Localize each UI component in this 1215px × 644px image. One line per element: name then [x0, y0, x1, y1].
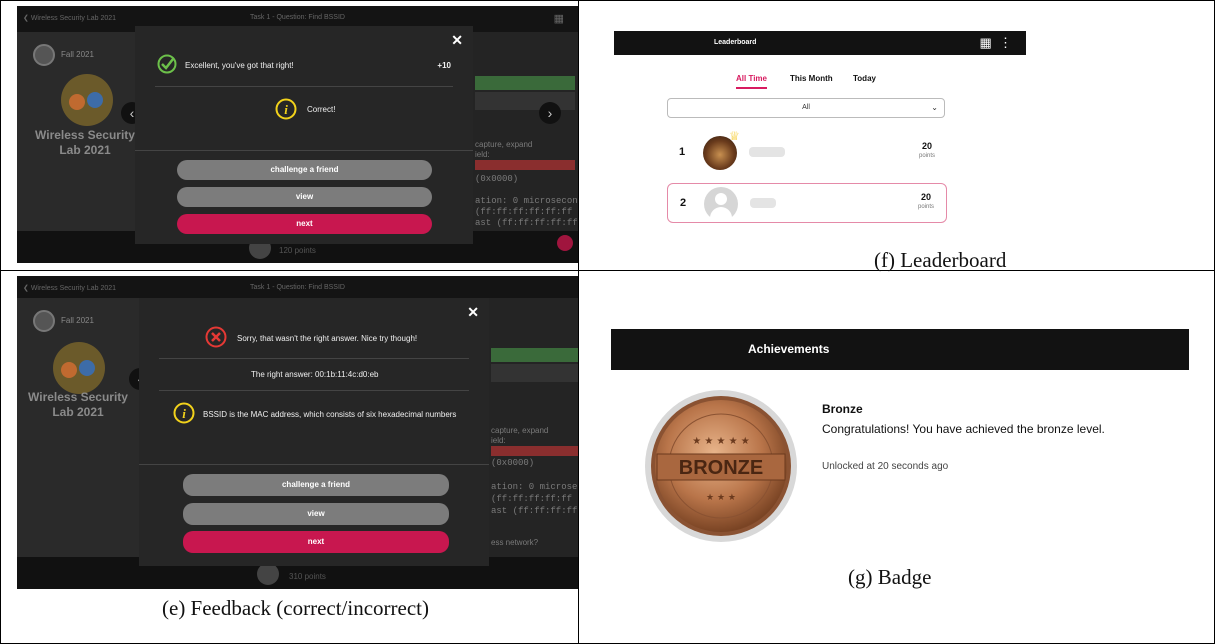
divider — [159, 358, 469, 359]
avatar-placeholder — [704, 187, 738, 221]
bronze-medal-icon: BRONZE ★ ★ ★ ★ ★ ★ ★ ★ — [645, 390, 797, 542]
divider — [159, 390, 469, 391]
feedback-incorrect-screenshot: ❮ Wireless Security Lab 2021 Task 1 - Qu… — [17, 276, 578, 589]
caption-feedback: (e) Feedback (correct/incorrect) — [162, 596, 429, 620]
filter-value: All — [802, 104, 810, 111]
leaderboard-row-current-user[interactable]: 2 20 points — [667, 183, 947, 223]
bg-line: ast (ff:ff:ff:ff:f — [491, 506, 578, 516]
achievements-title: Achievements — [748, 342, 830, 356]
rank: 1 — [679, 146, 686, 158]
sidebar: Fall 2021 Wireless Security Lab 2021 — [17, 298, 139, 589]
bg-line: ield: — [491, 436, 506, 445]
achievements-header: Achievements — [611, 329, 1189, 370]
bg-line: (ff:ff:ff:ff:ff — [491, 494, 573, 504]
challenge-friend-button[interactable]: challenge a friend — [177, 160, 432, 180]
bg-line: ation: 0 microseconds — [475, 196, 578, 206]
store-icon[interactable]: ▦ — [979, 35, 991, 50]
info-icon: i — [173, 402, 195, 424]
semester-label: Fall 2021 — [61, 316, 94, 325]
next-arrow-icon[interactable]: › — [539, 102, 561, 124]
task-title: Task 1 - Question: Find BSSID — [250, 284, 345, 291]
more-options-icon[interactable]: ⋮ — [999, 35, 1012, 50]
feedback-modal: ✕ Excellent, you've got that right! +10 … — [135, 26, 473, 244]
points-label: 310 points — [289, 572, 326, 581]
points-unit: points — [918, 153, 935, 159]
points-label: 120 points — [279, 246, 316, 255]
points-value: 20 — [920, 192, 931, 202]
semester-label: Fall 2021 — [61, 50, 94, 59]
leaderboard-row[interactable]: 1 ♕ 20 points — [667, 129, 947, 173]
score-gain: +10 — [437, 61, 451, 70]
view-button[interactable]: view — [177, 187, 432, 207]
chevron-down-icon: ⌄ — [931, 103, 938, 112]
next-button[interactable]: next — [177, 214, 432, 234]
points-value: 20 — [921, 141, 932, 151]
menu-fab-icon[interactable] — [557, 235, 573, 251]
right-answer: The right answer: 00:1b:11:4c:d0:eb — [251, 370, 379, 379]
caption-leaderboard: (f) Leaderboard — [874, 248, 1007, 272]
divider — [139, 464, 489, 465]
leaderboard-header: Leaderboard ▦ ⋮ — [614, 31, 1026, 55]
bg-line: capture, expand — [475, 140, 533, 149]
unlocked-time: Unlocked at 20 seconds ago — [822, 461, 949, 472]
info-icon: i — [275, 98, 297, 120]
badge-description: Congratulations! You have achieved the b… — [822, 422, 1105, 436]
medal-label: BRONZE — [679, 457, 763, 479]
bg-line: (ff:ff:ff:ff:ff:ff — [475, 207, 573, 217]
course-title: Wireless Security Lab 2021 — [35, 128, 135, 157]
player-name-blurred — [749, 147, 785, 157]
tab-today[interactable]: Today — [853, 74, 876, 83]
leaderboard-title: Leaderboard — [714, 39, 757, 46]
feedback-modal: ✕ Sorry, that wasn't the right answer. N… — [139, 298, 489, 566]
svg-text:i: i — [284, 102, 288, 117]
divider — [155, 86, 453, 87]
crown-icon: ♕ — [729, 129, 740, 143]
result-message: Excellent, you've got that right! — [185, 61, 294, 70]
result-message: Sorry, that wasn't the right answer. Nic… — [237, 334, 418, 343]
player-name-blurred — [750, 198, 776, 208]
info-message: BSSID is the MAC address, which consists… — [203, 410, 457, 419]
bg-line: ield: — [475, 150, 490, 159]
next-button[interactable]: next — [183, 531, 449, 553]
svg-text:i: i — [182, 406, 186, 421]
info-message: Correct! — [307, 105, 336, 114]
sidebar: Fall 2021 Wireless Security Lab 2021 — [17, 32, 153, 263]
close-icon[interactable]: ✕ — [451, 32, 463, 49]
semester-icon — [33, 44, 55, 66]
caption-badge: (g) Badge — [848, 565, 932, 589]
table-divider-horizontal — [0, 270, 1215, 271]
svg-text:★ ★ ★: ★ ★ ★ — [706, 493, 736, 503]
course-title: Wireless Security Lab 2021 — [28, 390, 128, 419]
svg-text:★ ★ ★ ★ ★: ★ ★ ★ ★ ★ — [692, 436, 750, 447]
challenge-friend-button[interactable]: challenge a friend — [183, 474, 449, 496]
background-content: capture, expand ield: (0x0000) ation: 0 … — [489, 298, 578, 589]
bg-line: ation: 0 microseconds — [491, 482, 578, 492]
avatar — [257, 563, 279, 585]
leaderboard-filter-select[interactable]: All ⌄ — [667, 98, 945, 118]
rank: 2 — [680, 197, 687, 209]
tab-this-month[interactable]: This Month — [790, 74, 833, 83]
store-icon[interactable]: ▦ — [554, 12, 564, 25]
task-title: Task 1 - Question: Find BSSID — [250, 14, 345, 21]
bg-question: ess network? — [491, 538, 539, 547]
top-bar: ❮ Wireless Security Lab 2021 Task 1 - Qu… — [17, 276, 578, 298]
tab-all-time[interactable]: All Time — [736, 74, 767, 89]
points-unit: points — [917, 204, 934, 210]
background-content: capture, expand ield: (0x0000) ation: 0 … — [473, 32, 578, 263]
error-icon — [205, 326, 227, 348]
divider — [135, 150, 473, 151]
table-divider-vertical — [578, 0, 579, 644]
course-mascot — [61, 74, 113, 126]
view-button[interactable]: view — [183, 503, 449, 525]
semester-icon — [33, 310, 55, 332]
badge-name: Bronze — [822, 402, 863, 416]
course-mascot — [53, 342, 105, 394]
bg-line: (0x0000) — [491, 458, 535, 468]
feedback-correct-screenshot: ❮ Wireless Security Lab 2021 Task 1 - Qu… — [17, 6, 578, 263]
bg-line: (0x0000) — [475, 174, 519, 184]
check-icon — [157, 54, 177, 74]
bg-line: ast (ff:ff:ff:ff:ff — [475, 218, 578, 228]
close-icon[interactable]: ✕ — [467, 304, 479, 321]
bg-line: capture, expand — [491, 426, 549, 435]
